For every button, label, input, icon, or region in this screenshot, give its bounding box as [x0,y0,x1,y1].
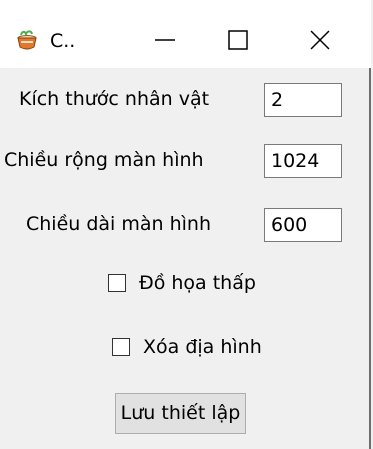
maximize-icon [228,30,248,50]
window-title: C.. [50,30,76,52]
clear-terrain-label: Xóa địa hình [143,336,262,358]
screen-height-input[interactable] [264,208,342,242]
title-bar[interactable]: C.. [0,0,371,68]
low-graphics-checkbox[interactable] [108,274,126,292]
screen-width-label: Chiều rộng màn hình [4,149,204,171]
screen-width-input[interactable] [264,144,342,178]
settings-window: C.. Kích thước nhân vật Chiều rộng màn h… [0,0,371,449]
maximize-button[interactable] [208,14,268,66]
low-graphics-label: Đồ họa thấp [139,272,256,294]
screen-height-label: Chiều dài màn hình [26,213,212,235]
low-graphics-option[interactable]: Đồ họa thấp [108,270,256,296]
save-settings-button[interactable]: Lưu thiết lập [115,393,246,434]
close-icon [310,30,330,50]
minimize-icon [155,39,175,41]
minimize-button[interactable] [135,14,195,66]
character-size-input[interactable] [264,83,342,117]
character-size-label: Kích thước nhân vật [19,88,210,110]
clear-terrain-option[interactable]: Xóa địa hình [112,334,262,360]
clear-terrain-checkbox[interactable] [112,338,130,356]
teacup-icon [15,28,39,52]
close-button[interactable] [290,14,350,66]
